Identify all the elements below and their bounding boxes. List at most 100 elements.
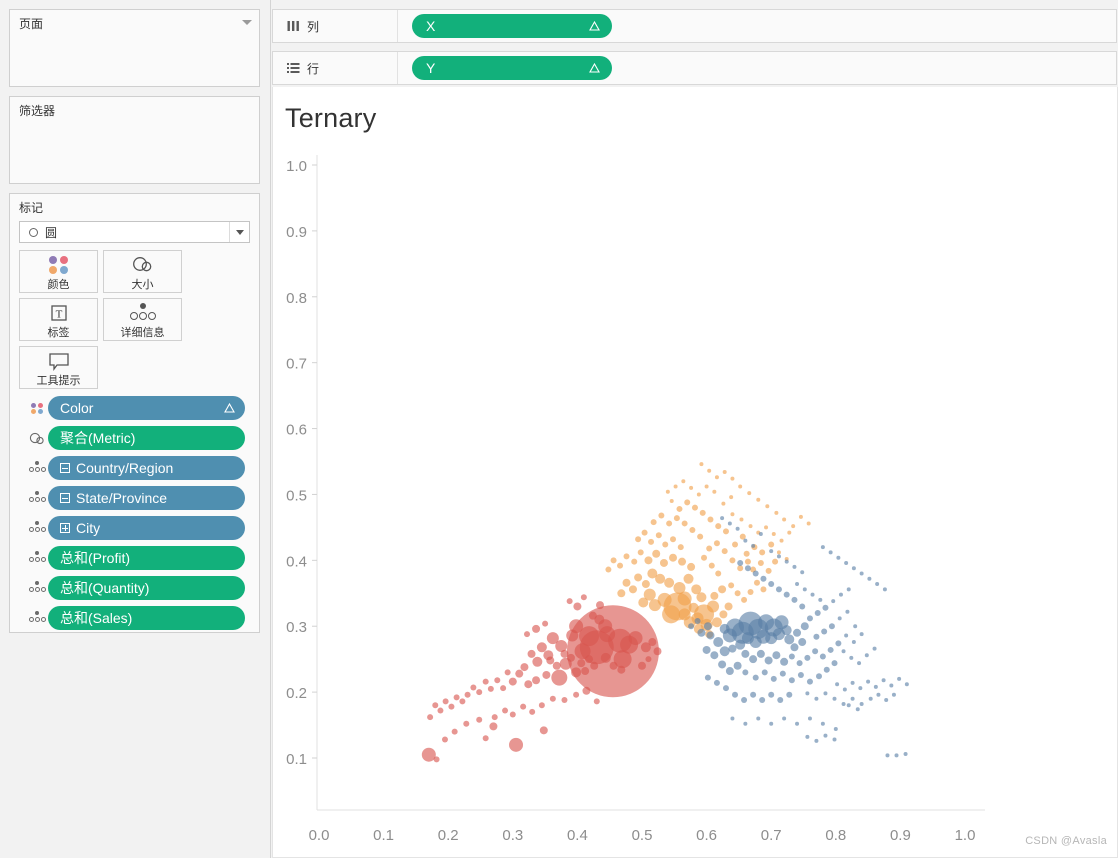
data-point[interactable] [806,678,813,685]
data-point[interactable] [844,633,849,638]
data-point[interactable] [725,667,734,676]
data-point[interactable] [793,628,802,637]
data-point[interactable] [628,585,637,594]
data-point[interactable] [868,696,873,701]
data-point[interactable] [509,711,516,718]
data-point[interactable] [850,680,855,685]
data-point[interactable] [841,701,846,706]
data-point[interactable] [760,575,767,582]
data-point[interactable] [757,559,764,566]
data-point[interactable] [791,524,796,529]
data-point[interactable] [713,540,720,547]
data-point[interactable] [637,549,644,556]
data-point[interactable] [653,647,662,656]
data-point[interactable] [696,492,701,497]
data-point[interactable] [631,558,638,565]
data-point[interactable] [782,716,787,721]
data-point[interactable] [851,640,856,645]
data-point[interactable] [728,582,735,589]
data-point[interactable] [715,523,722,530]
data-point[interactable] [771,531,776,536]
data-point[interactable] [551,669,568,686]
data-point[interactable] [802,587,807,592]
data-point[interactable] [648,638,657,647]
data-point[interactable] [876,692,881,697]
data-point[interactable] [867,576,872,581]
data-point[interactable] [855,707,860,712]
data-point[interactable] [810,592,815,597]
data-point[interactable] [791,596,798,603]
data-point[interactable] [748,524,753,529]
data-point[interactable] [813,633,820,640]
data-point[interactable] [650,519,657,526]
data-point[interactable] [669,499,674,504]
data-point[interactable] [722,528,729,535]
data-point[interactable] [482,678,489,685]
data-point[interactable] [799,603,806,610]
data-point[interactable] [753,579,760,586]
data-point[interactable] [800,570,805,575]
data-point[interactable] [823,691,828,696]
data-point[interactable] [590,661,599,670]
data-point[interactable] [676,505,683,512]
data-point[interactable] [703,622,712,631]
data-point[interactable] [764,656,773,665]
data-point[interactable] [759,697,766,704]
data-point[interactable] [842,687,847,692]
data-point[interactable] [776,554,781,559]
data-point[interactable] [807,716,812,721]
data-point[interactable] [688,602,699,613]
marks-pill-city[interactable]: City [48,516,245,540]
data-point[interactable] [782,517,787,522]
data-point[interactable] [609,661,618,670]
data-point[interactable] [823,666,830,673]
data-point[interactable] [659,558,668,567]
data-point[interactable] [759,549,766,556]
data-point[interactable] [532,624,541,633]
data-point[interactable] [857,661,862,666]
data-point[interactable] [696,592,707,603]
data-point[interactable] [795,721,800,726]
expand-plus-icon[interactable] [60,523,70,533]
data-point[interactable] [641,580,650,589]
data-point[interactable] [758,531,763,536]
data-point[interactable] [747,588,754,595]
marks-pill-总和-sales-[interactable]: 总和(Sales) [48,606,245,630]
data-point[interactable] [713,679,720,686]
data-point[interactable] [489,722,498,731]
data-point[interactable] [520,663,529,672]
data-point[interactable] [859,701,864,706]
data-point[interactable] [814,610,821,617]
data-point[interactable] [464,691,471,698]
data-point[interactable] [524,680,533,689]
data-point[interactable] [814,738,819,743]
data-point[interactable] [756,649,765,658]
data-point[interactable] [765,567,772,574]
data-point[interactable] [664,577,675,588]
data-point[interactable] [719,610,728,619]
data-point[interactable] [787,530,792,535]
data-point[interactable] [681,479,686,484]
data-point[interactable] [805,734,810,739]
data-point[interactable] [720,516,725,521]
data-point[interactable] [437,707,444,714]
data-point[interactable] [739,517,744,522]
data-point[interactable] [751,543,756,548]
data-point[interactable] [733,661,742,670]
data-point[interactable] [599,626,616,643]
data-point[interactable] [833,727,838,732]
data-point[interactable] [828,550,833,555]
data-point[interactable] [882,587,887,592]
data-point[interactable] [561,697,568,704]
marks-pill-color[interactable]: Color [48,396,245,420]
data-point[interactable] [494,677,501,684]
data-point[interactable] [835,682,840,687]
data-point[interactable] [520,703,527,710]
data-point[interactable] [476,716,483,723]
data-point[interactable] [580,594,587,601]
data-point[interactable] [712,489,717,494]
data-point[interactable] [605,566,612,573]
data-point[interactable] [673,484,678,489]
data-point[interactable] [769,721,774,726]
data-point[interactable] [795,582,800,587]
